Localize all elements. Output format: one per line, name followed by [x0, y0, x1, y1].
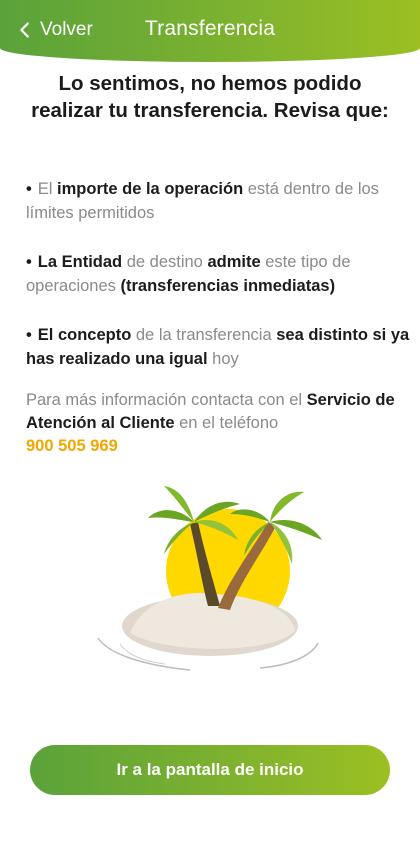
error-heading: Lo sentimos, no hemos podido realizar tu… — [31, 72, 389, 122]
bullet-import: • El importe de la operación está dentro … — [26, 180, 379, 222]
phone-number[interactable]: 900 505 969 — [26, 437, 118, 455]
go-home-button[interactable]: Ir a la pantalla de inicio — [30, 745, 390, 795]
bullet-concept: • El concepto de la transferencia sea dis… — [26, 326, 410, 368]
app-header: Volver Transferencia — [0, 0, 420, 62]
contact-info: Para más información contacta con el Ser… — [26, 391, 395, 455]
palm-island-illustration — [97, 486, 322, 671]
page-title: Transferencia — [144, 17, 276, 40]
bullet-entity: • La Entidad de destino admite este tipo … — [26, 253, 351, 295]
